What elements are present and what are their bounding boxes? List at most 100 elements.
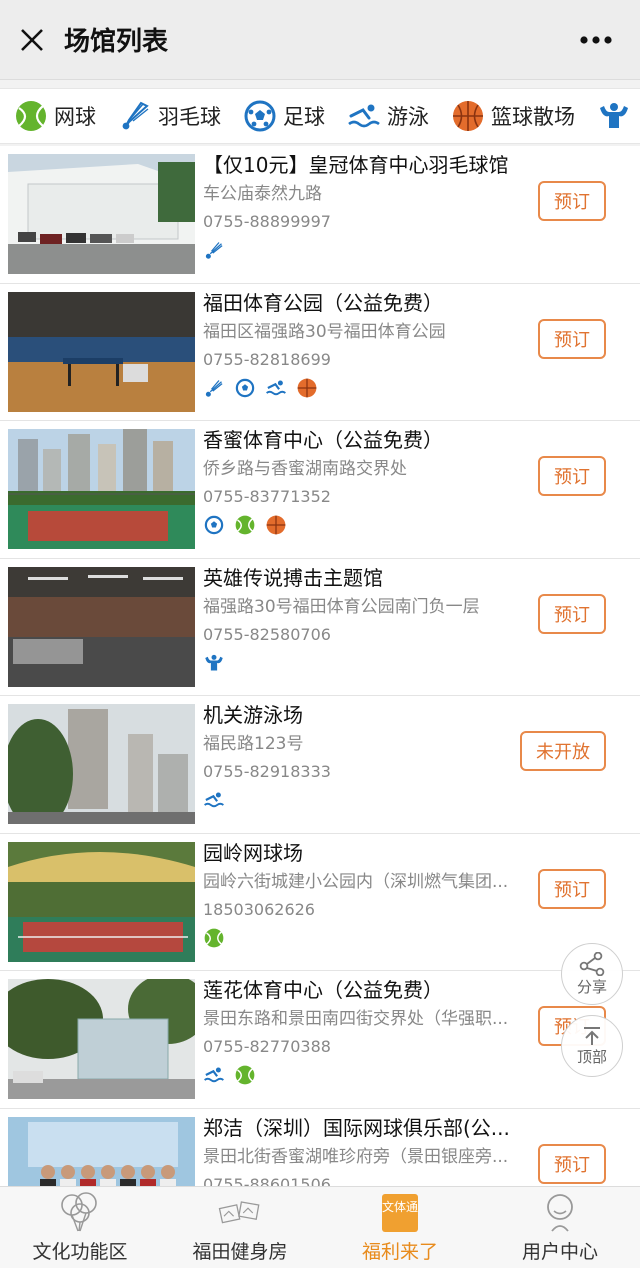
category-label: 游泳 — [387, 105, 429, 129]
shuttlecock-icon — [118, 99, 152, 133]
close-icon — [21, 28, 43, 51]
fitness-icon — [203, 652, 225, 674]
swimmer-icon — [347, 99, 381, 133]
venue-address: 福民路123号 — [203, 734, 304, 754]
venue-address: 车公庙泰然九路 — [203, 184, 322, 204]
venue-item[interactable]: 香蜜体育中心（公益免费） 侨乡路与香蜜湖南路交界处 0755-83771352 … — [0, 421, 640, 559]
basketball-icon — [296, 377, 318, 399]
category-swimming[interactable]: 游泳 — [347, 99, 429, 133]
more-button[interactable] — [576, 24, 616, 56]
tab-label: 福利来了 — [361, 1241, 438, 1263]
more-dots-icon — [580, 36, 612, 44]
venue-address: 景田北街香蜜湖唯珍府旁（景田银座旁... — [203, 1146, 509, 1167]
venue-address: 侨乡路与香蜜湖南路交界处 — [203, 459, 407, 479]
venue-sports — [203, 374, 533, 402]
back-to-top-button[interactable]: 顶部 — [561, 1015, 623, 1077]
venue-item[interactable]: 福田体育公园（公益免费） 福田区福强路30号福田体育公园 0755-828186… — [0, 283, 640, 421]
book-button[interactable]: 预订 — [538, 181, 606, 221]
share-button[interactable]: 分享 — [561, 943, 623, 1005]
venue-address: 福强路30号福田体育公园南门负一层 — [203, 596, 480, 617]
tennis-ball-icon — [234, 1064, 256, 1086]
tab-culture[interactable]: 文化功能区 — [0, 1187, 160, 1268]
swimmer-icon — [203, 1064, 225, 1086]
venue-photo — [8, 566, 195, 687]
tab-welfare[interactable]: 文体通 福利来了 — [320, 1187, 480, 1268]
venue-name: 郑洁（深圳）国际网球俱乐部(公... — [203, 1115, 510, 1140]
venue-name: 香蜜体育中心（公益免费） — [203, 428, 443, 452]
venue-photo — [8, 154, 195, 274]
top-label: 顶部 — [576, 1047, 607, 1066]
venue-name: 莲花体育中心（公益免费） — [203, 978, 443, 1002]
venue-item[interactable]: 莲花体育中心（公益免费） 景田东路和景田南四街交界处（华强职... 0755-8… — [0, 971, 640, 1109]
venue-address: 景田东路和景田南四街交界处（华强职... — [203, 1009, 509, 1029]
category-soccer[interactable]: 足球 — [243, 99, 325, 133]
tab-label: 文化功能区 — [32, 1241, 128, 1263]
venue-sports — [203, 786, 533, 814]
tab-user-center[interactable]: 用户中心 — [480, 1187, 640, 1268]
not-open-button[interactable]: 未开放 — [520, 731, 606, 771]
soccer-ball-icon — [243, 99, 277, 133]
title-bar: 场馆列表 — [0, 0, 640, 80]
venue-sports — [203, 1061, 533, 1089]
venue-name: 园岭网球场 — [203, 840, 303, 865]
venue-item[interactable]: 郑洁（深圳）国际网球俱乐部(公... 景田北街香蜜湖唯珍府旁（景田银座旁... … — [0, 1108, 640, 1187]
venue-sports — [203, 236, 533, 264]
book-button[interactable]: 预订 — [538, 593, 606, 634]
venue-phone[interactable]: 0755-82580706 — [203, 621, 533, 649]
venue-photo — [8, 1116, 195, 1186]
user-icon — [536, 1191, 584, 1235]
arrow-up-icon — [584, 1026, 600, 1045]
venue-item[interactable]: 英雄传说搏击主题馆 福强路30号福田体育公园南门负一层 0755-8258070… — [0, 558, 640, 696]
book-button[interactable]: 预订 — [538, 318, 606, 359]
venue-sports — [203, 511, 533, 539]
basketball-icon — [451, 99, 485, 133]
book-button[interactable]: 预订 — [538, 868, 606, 909]
tennis-ball-icon — [14, 99, 48, 133]
tab-label: 用户中心 — [521, 1241, 598, 1263]
tab-gym[interactable]: 福田健身房 — [160, 1187, 320, 1268]
bottom-tab-bar: 文化功能区 福田健身房 文体通 福利来了 用户中心 — [0, 1186, 640, 1268]
category-label: 网球 — [54, 105, 96, 129]
book-button[interactable]: 预订 — [538, 1143, 606, 1184]
venue-phone[interactable]: 18503062626 — [203, 896, 533, 924]
category-tennis[interactable]: 网球 — [14, 99, 96, 133]
venue-phone[interactable]: 0755-88899997 — [203, 208, 533, 236]
venue-address: 福田区福强路30号福田体育公园 — [203, 321, 446, 342]
venue-phone[interactable]: 0755-88601506 — [203, 1171, 533, 1187]
venue-list[interactable]: 【仅10元】皇冠体育中心羽毛球馆 车公庙泰然九路 0755-88899997 预… — [0, 146, 640, 1186]
soccer-ball-icon — [234, 377, 256, 399]
venue-photo — [8, 429, 195, 549]
category-label: 篮球散场 — [491, 105, 575, 129]
shuttlecock-icon — [203, 239, 225, 261]
venue-phone[interactable]: 0755-83771352 — [203, 483, 533, 511]
category-label: 足球 — [283, 105, 325, 129]
category-bar[interactable]: 网球 羽毛球 足球 游泳 篮球散场 — [0, 88, 640, 144]
welfare-badge-text: 文体通 — [382, 1199, 418, 1214]
share-icon — [579, 951, 605, 976]
shuttlecock-icon — [203, 377, 225, 399]
venue-item[interactable]: 园岭网球场 园岭六街城建小公园内（深圳燃气集团... 18503062626 预… — [0, 833, 640, 971]
venue-phone[interactable]: 0755-82918333 — [203, 758, 533, 786]
venue-name: 福田体育公园（公益免费） — [203, 290, 443, 315]
soccer-ball-icon — [203, 514, 225, 536]
venue-name: 【仅10元】皇冠体育中心羽毛球馆 — [203, 153, 509, 177]
basketball-icon — [265, 514, 287, 536]
venue-photo — [8, 979, 195, 1099]
venue-item[interactable]: 机关游泳场 福民路123号 0755-82918333 未开放 — [0, 696, 640, 834]
close-button[interactable] — [0, 0, 64, 80]
venue-name: 英雄传说搏击主题馆 — [203, 565, 383, 590]
venue-phone[interactable]: 0755-82818699 — [203, 346, 533, 374]
gym-photos-icon — [216, 1191, 264, 1235]
tab-label: 福田健身房 — [192, 1241, 288, 1263]
category-fitness[interactable] — [597, 99, 637, 133]
category-basketball[interactable]: 篮球散场 — [451, 99, 575, 133]
tennis-ball-icon — [234, 514, 256, 536]
tennis-ball-icon — [203, 927, 225, 949]
venue-phone[interactable]: 0755-82770388 — [203, 1033, 533, 1061]
category-badminton[interactable]: 羽毛球 — [118, 99, 221, 133]
category-label: 羽毛球 — [158, 105, 221, 129]
venue-item[interactable]: 【仅10元】皇冠体育中心羽毛球馆 车公庙泰然九路 0755-88899997 预… — [0, 146, 640, 284]
book-button[interactable]: 预订 — [538, 456, 606, 496]
welfare-badge-icon: 文体通 — [376, 1191, 424, 1235]
venue-photo — [8, 841, 195, 962]
